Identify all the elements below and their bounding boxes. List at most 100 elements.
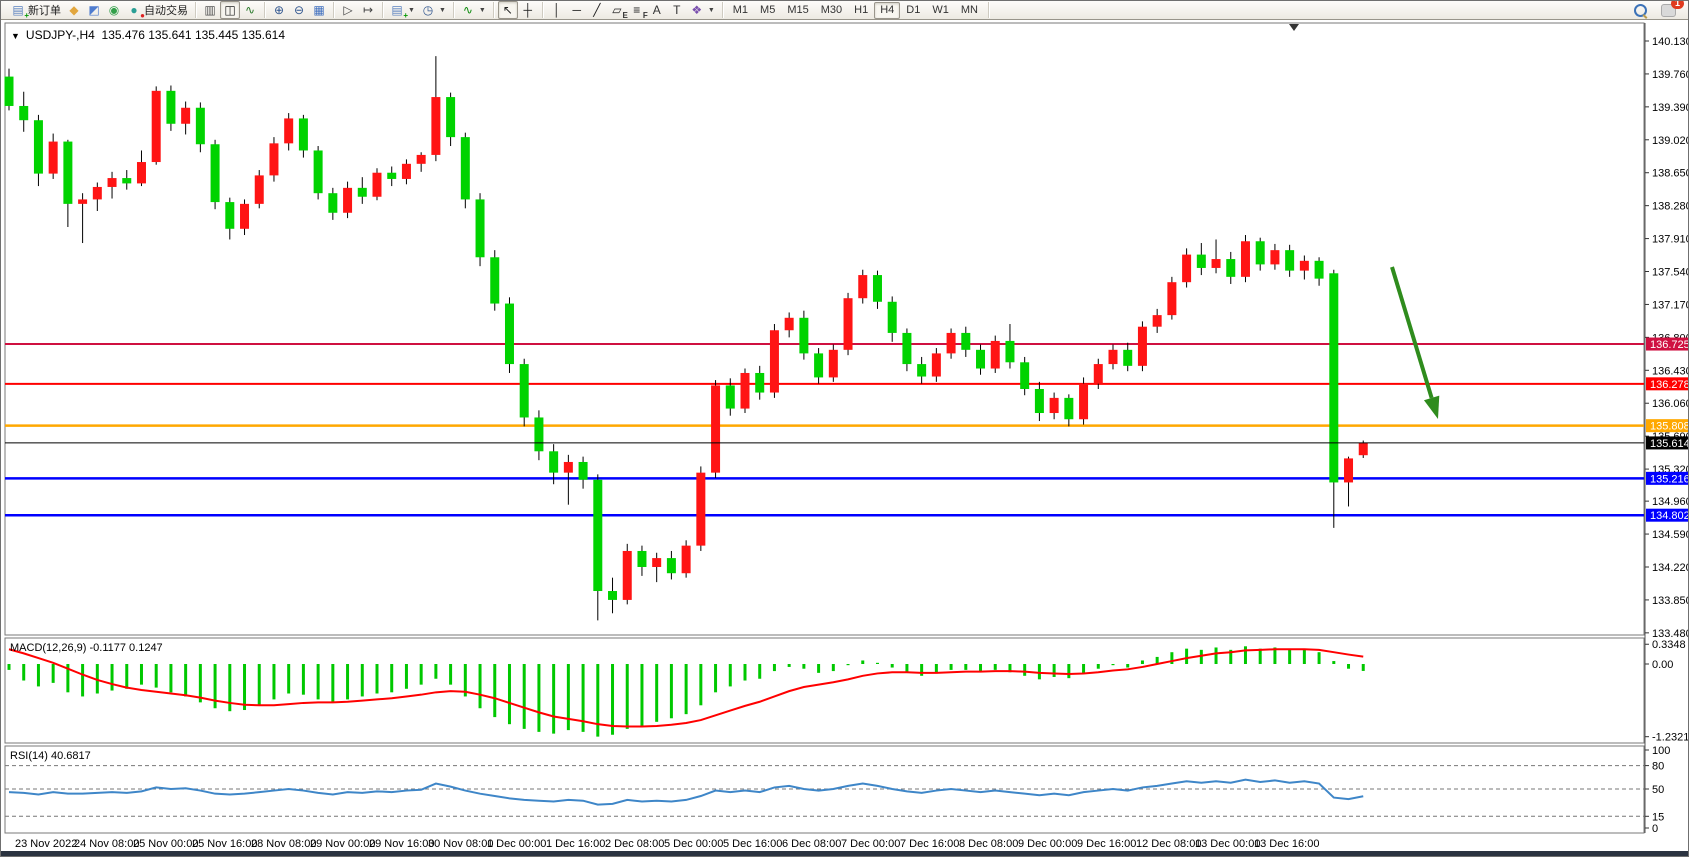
- candle-body: [1197, 255, 1206, 268]
- bar-chart-icon[interactable]: ▥: [200, 1, 220, 19]
- autotrading-button[interactable]: ●●自动交易: [124, 1, 191, 19]
- text-label-icon[interactable]: T: [667, 1, 687, 19]
- price-tick-label: 139.020: [1652, 135, 1689, 147]
- candle-body: [696, 473, 705, 546]
- macd-pane[interactable]: [5, 638, 1644, 743]
- search-button[interactable]: [1631, 1, 1650, 19]
- candle-body: [122, 178, 131, 183]
- toolbar-group: ↖┼: [494, 2, 543, 18]
- toolbar-group: │─╱▱E≡FAT❖▼: [543, 2, 723, 18]
- navigator-icon[interactable]: ◩: [84, 1, 104, 19]
- price-tick-label: 139.760: [1652, 69, 1689, 81]
- line-chart-icon[interactable]: ∿: [240, 1, 260, 19]
- rsi-value: 40.6817: [51, 750, 91, 762]
- candle-body: [520, 364, 529, 417]
- timeframe-h4[interactable]: H4: [874, 2, 900, 19]
- new-order-button[interactable]: ▤+新订单: [8, 1, 64, 19]
- zoom-in-icon[interactable]: ⊕: [269, 1, 289, 19]
- toolbar-group: ▥◫∿: [196, 2, 265, 18]
- new-order-glyph: ▤+: [11, 3, 25, 17]
- time-axis-label: 6 Dec 08:00: [782, 838, 841, 850]
- timeframe-w1[interactable]: W1: [926, 2, 955, 19]
- timeframe-m30[interactable]: M30: [815, 2, 848, 19]
- candle-body: [1270, 250, 1279, 264]
- candle-body: [623, 551, 632, 600]
- candle-body: [829, 350, 838, 378]
- candle-body: [1123, 350, 1132, 366]
- zoom-out-icon-glyph: ⊖: [292, 3, 306, 17]
- candle-body: [991, 341, 1000, 369]
- trendline-icon[interactable]: ╱: [587, 1, 607, 19]
- candle-body: [166, 91, 175, 124]
- timeframe-h1[interactable]: H1: [848, 2, 874, 19]
- time-axis-label: 7 Dec 16:00: [900, 838, 959, 850]
- fibonacci-icon[interactable]: ≡F: [627, 1, 647, 19]
- time-axis-label: 1 Dec 16:00: [546, 838, 605, 850]
- zoom-out-icon[interactable]: ⊖: [289, 1, 309, 19]
- time-axis-label: 29 Nov 16:00: [369, 838, 434, 850]
- time-axis-label: 30 Nov 08:00: [428, 838, 493, 850]
- candle-body: [108, 178, 117, 187]
- macd-values: -0.1177 0.1247: [89, 642, 162, 654]
- notification-badge: 1: [1671, 0, 1684, 9]
- macd-indicator-label: MACD(12,26,9) -0.1177 0.1247: [10, 642, 163, 654]
- timeframe-d1[interactable]: D1: [900, 2, 926, 19]
- cursor-icon[interactable]: ↖: [498, 1, 518, 19]
- horizontal-line-icon[interactable]: ─: [567, 1, 587, 19]
- candle-body: [902, 333, 911, 364]
- candle-body: [534, 417, 543, 451]
- vertical-line-icon[interactable]: │: [547, 1, 567, 19]
- auto-scroll-icon[interactable]: ▷: [338, 1, 358, 19]
- chart-title: ▼USDJPY-,H4 135.476 135.641 135.445 135.…: [11, 28, 285, 42]
- arrows-icon[interactable]: ❖▼: [687, 1, 718, 19]
- equidistant-channel-icon[interactable]: ▱E: [607, 1, 627, 19]
- timeframe-m5[interactable]: M5: [754, 2, 781, 19]
- price-pane[interactable]: [5, 23, 1644, 635]
- period-button[interactable]: ◷▼: [418, 1, 449, 19]
- candle-body: [1138, 327, 1147, 366]
- candle-body: [579, 462, 588, 480]
- candle-body: [711, 385, 720, 472]
- indicators-button[interactable]: ∿▼: [458, 1, 489, 19]
- signal-icon[interactable]: ◉: [104, 1, 124, 19]
- timeframe-m1[interactable]: M1: [727, 2, 754, 19]
- candle-body: [1226, 259, 1235, 277]
- candle-body: [314, 150, 323, 193]
- candlestick-chart-icon[interactable]: ◫: [220, 1, 240, 19]
- candle-body: [461, 137, 470, 199]
- candle-body: [608, 591, 617, 600]
- candle-body: [682, 546, 691, 574]
- signal-icon-glyph: ◉: [107, 3, 121, 17]
- price-flag-label: 135.216: [1650, 473, 1689, 485]
- new-chart-button[interactable]: ▤+▼: [387, 1, 418, 19]
- mt4-window: ▤+新订单◆◩◉●●自动交易▥◫∿⊕⊖▦▷↦▤+▼◷▼∿▼↖┼│─╱▱E≡FAT…: [0, 0, 1689, 857]
- rsi-scale-label: 50: [1652, 784, 1664, 796]
- chart-menu-icon[interactable]: ▼: [11, 31, 20, 41]
- chart-canvas[interactable]: 140.130139.760139.390139.020138.650138.2…: [1, 1, 1689, 853]
- candle-body: [284, 118, 293, 143]
- candle-body: [402, 164, 411, 179]
- candle-body: [225, 202, 234, 229]
- candle-body: [373, 173, 382, 197]
- candle-body: [358, 188, 367, 197]
- candle-body: [755, 373, 764, 393]
- chart-shift-icon[interactable]: ↦: [358, 1, 378, 19]
- marketwatch-icon[interactable]: ◆: [64, 1, 84, 19]
- candle-body: [917, 364, 926, 376]
- timeframe-m15[interactable]: M15: [781, 2, 814, 19]
- text-icon[interactable]: A: [647, 1, 667, 19]
- tile-windows-icon[interactable]: ▦: [309, 1, 329, 19]
- search-icon: [1634, 4, 1647, 17]
- candle-body: [1109, 350, 1118, 364]
- candle-body: [961, 333, 970, 350]
- candle-body: [240, 204, 249, 229]
- candle-body: [1285, 250, 1294, 270]
- crosshair-icon[interactable]: ┼: [518, 1, 538, 19]
- candle-body: [814, 353, 823, 377]
- mini-badge: +: [24, 12, 29, 20]
- timeframe-mn[interactable]: MN: [955, 2, 984, 19]
- notifications-button[interactable]: 1: [1658, 1, 1679, 19]
- chevron-down-icon: ▼: [408, 7, 415, 14]
- line-chart-icon-glyph: ∿: [243, 3, 257, 17]
- zoom-in-icon-glyph: ⊕: [272, 3, 286, 17]
